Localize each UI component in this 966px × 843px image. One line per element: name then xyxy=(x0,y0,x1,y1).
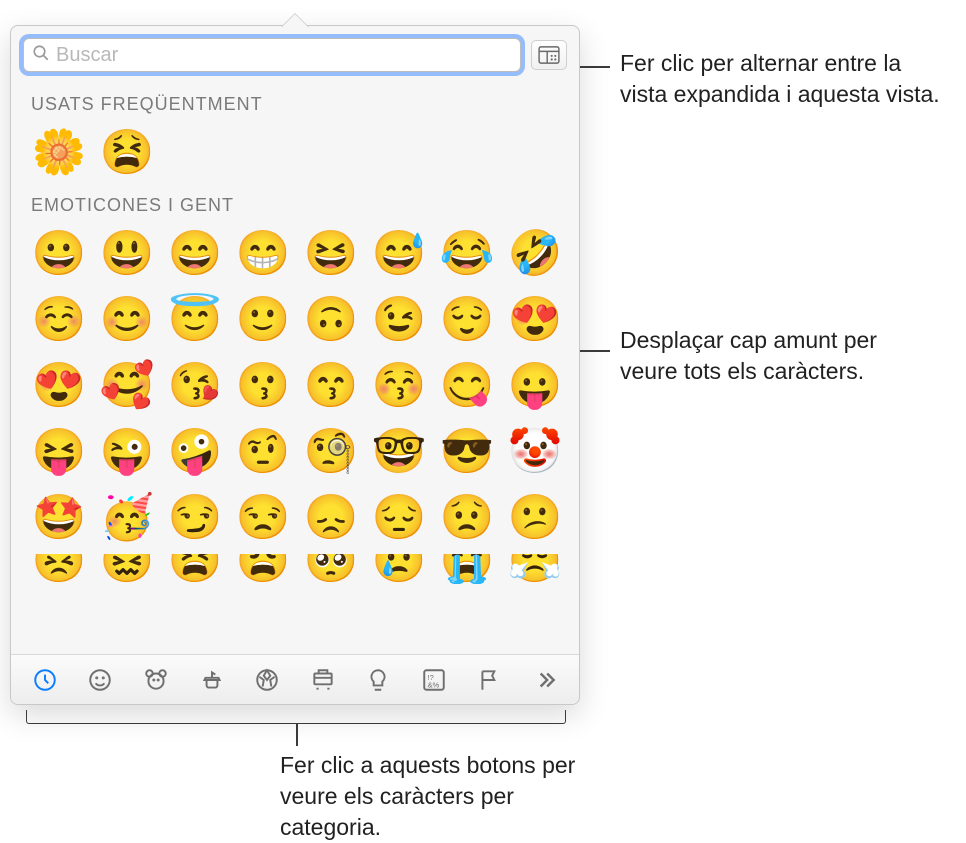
symbols-icon: !?&% xyxy=(421,667,447,693)
emoji-cell[interactable]: 😣 xyxy=(29,554,89,584)
animals-icon xyxy=(143,667,169,693)
emoji-cell[interactable]: 😒 xyxy=(233,488,293,546)
category-more-button[interactable] xyxy=(517,655,573,704)
emoji-scroll-area[interactable]: USATS FREQÜENTMENT 🌼😫 EMOTICONES I GENT … xyxy=(11,80,579,654)
emoji-cell[interactable]: 🥳 xyxy=(97,488,157,546)
emoji-cell[interactable]: 😇 xyxy=(165,290,225,348)
flags-icon xyxy=(477,667,503,693)
activity-icon xyxy=(254,667,280,693)
emoji-cell[interactable]: 😀 xyxy=(29,224,89,282)
emoji-cell[interactable]: 😩 xyxy=(233,554,293,584)
emoji-cell[interactable]: 😃 xyxy=(97,224,157,282)
emoji-cell[interactable]: 🌼 xyxy=(29,123,89,181)
travel-icon xyxy=(310,667,336,693)
category-smileys-button[interactable] xyxy=(73,655,129,704)
toggle-expanded-view-button[interactable] xyxy=(531,40,567,70)
food-icon xyxy=(199,667,225,693)
emoji-cell[interactable]: 😔 xyxy=(369,488,429,546)
emoji-cell[interactable]: 😆 xyxy=(301,224,361,282)
category-objects-button[interactable] xyxy=(351,655,407,704)
emoji-cell[interactable]: 😏 xyxy=(165,488,225,546)
emoji-cell[interactable]: 😄 xyxy=(165,224,225,282)
emoji-cell[interactable]: 😍 xyxy=(29,356,89,414)
emoji-cell[interactable]: 😋 xyxy=(437,356,497,414)
emoji-cell[interactable]: 😤 xyxy=(505,554,565,584)
emoji-cell[interactable]: 🙃 xyxy=(301,290,361,348)
emoji-cell[interactable]: 😂 xyxy=(437,224,497,282)
emoji-cell[interactable]: 😖 xyxy=(97,554,157,584)
emoji-cell[interactable]: 🤩 xyxy=(29,488,89,546)
emoji-cell[interactable]: 😕 xyxy=(505,488,565,546)
annotation-bracket-categories xyxy=(26,710,566,724)
category-activity-button[interactable] xyxy=(239,655,295,704)
category-recent-button[interactable] xyxy=(17,655,73,704)
emoji-cell[interactable]: 🥰 xyxy=(97,356,157,414)
objects-icon xyxy=(365,667,391,693)
smileys-icon xyxy=(87,667,113,693)
callout-scroll: Desplaçar cap amunt per veure tots els c… xyxy=(620,325,920,387)
emoji-cell[interactable]: 🙂 xyxy=(233,290,293,348)
section-title-frequent: USATS FREQÜENTMENT xyxy=(31,94,561,115)
emoji-cell[interactable]: 😫 xyxy=(97,123,157,181)
emoji-cell[interactable]: 🧐 xyxy=(301,422,361,480)
emoji-cell[interactable]: 🥺 xyxy=(301,554,361,584)
category-food-button[interactable] xyxy=(184,655,240,704)
emoji-cell[interactable]: 😊 xyxy=(97,290,157,348)
emoji-cell[interactable]: 😞 xyxy=(301,488,361,546)
frequent-grid: 🌼😫 xyxy=(29,123,561,181)
smileys-grid-partial: 😣😖😫😩🥺😢😭😤 xyxy=(29,554,561,584)
character-viewer-popover: USATS FREQÜENTMENT 🌼😫 EMOTICONES I GENT … xyxy=(10,25,580,705)
emoji-cell[interactable]: 🤡 xyxy=(505,422,565,480)
emoji-cell[interactable]: 😗 xyxy=(233,356,293,414)
svg-text:&%: &% xyxy=(427,680,439,689)
callout-expand: Fer clic per alternar entre la vista exp… xyxy=(620,48,950,110)
category-travel-button[interactable] xyxy=(295,655,351,704)
emoji-cell[interactable]: 😜 xyxy=(97,422,157,480)
search-bar xyxy=(11,26,579,80)
category-symbols-button[interactable]: !?&% xyxy=(406,655,462,704)
search-input[interactable] xyxy=(50,43,512,68)
search-icon xyxy=(32,44,50,67)
recent-icon xyxy=(32,667,58,693)
emoji-cell[interactable]: 😁 xyxy=(233,224,293,282)
emoji-cell[interactable]: 😅 xyxy=(369,224,429,282)
more-icon xyxy=(532,667,558,693)
annotation-leader-scroll xyxy=(580,350,610,352)
emoji-cell[interactable]: 😍 xyxy=(505,290,565,348)
emoji-cell[interactable]: 😉 xyxy=(369,290,429,348)
callout-categories: Fer clic a aquests botons per veure els … xyxy=(280,750,620,843)
emoji-cell[interactable]: 😝 xyxy=(29,422,89,480)
search-field-wrap[interactable] xyxy=(23,38,521,72)
annotation-leader-expand xyxy=(580,66,610,68)
emoji-cell[interactable]: 😢 xyxy=(369,554,429,584)
emoji-cell[interactable]: ☺️ xyxy=(29,290,89,348)
emoji-cell[interactable]: 🤓 xyxy=(369,422,429,480)
emoji-cell[interactable]: 🤣 xyxy=(505,224,565,282)
emoji-cell[interactable]: 😭 xyxy=(437,554,497,584)
emoji-cell[interactable]: 😎 xyxy=(437,422,497,480)
emoji-cell[interactable]: 🤨 xyxy=(233,422,293,480)
emoji-cell[interactable]: 😚 xyxy=(369,356,429,414)
smileys-grid: 😀😃😄😁😆😅😂🤣☺️😊😇🙂🙃😉😌😍😍🥰😘😗😙😚😋😛😝😜🤪🤨🧐🤓😎🤡🤩🥳😏😒😞😔😟… xyxy=(29,224,561,546)
annotation-leader-categories xyxy=(296,724,298,746)
category-flags-button[interactable] xyxy=(462,655,518,704)
emoji-cell[interactable]: 😌 xyxy=(437,290,497,348)
category-animals-button[interactable] xyxy=(128,655,184,704)
emoji-cell[interactable]: 😫 xyxy=(165,554,225,584)
emoji-cell[interactable]: 😙 xyxy=(301,356,361,414)
section-title-smileys: EMOTICONES I GENT xyxy=(31,195,561,216)
emoji-cell[interactable]: 😟 xyxy=(437,488,497,546)
emoji-cell[interactable]: 😛 xyxy=(505,356,565,414)
emoji-cell[interactable]: 🤪 xyxy=(165,422,225,480)
category-tab-bar: !?&% xyxy=(11,654,579,704)
emoji-cell[interactable]: 😘 xyxy=(165,356,225,414)
